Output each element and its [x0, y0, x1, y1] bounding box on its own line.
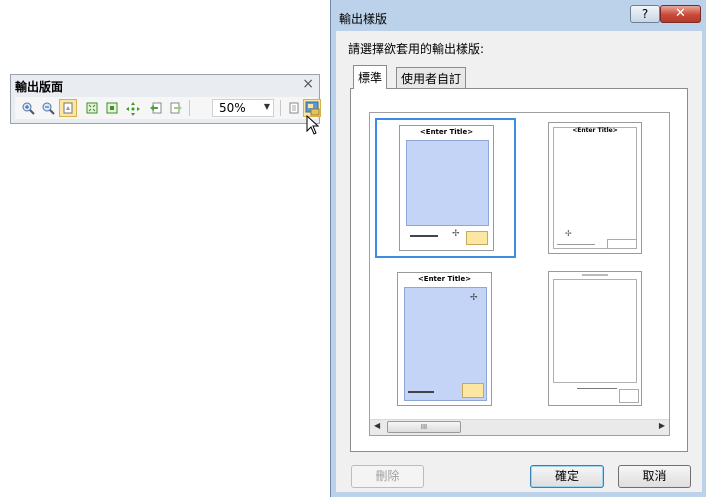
template-title: <Enter Title> [417, 275, 472, 283]
legend-box [462, 383, 484, 398]
toolbar-close-button[interactable]: × [302, 76, 314, 92]
close-button[interactable]: ✕ [660, 5, 701, 23]
tab-standard[interactable]: 標準 [353, 65, 388, 89]
scale-bar [557, 244, 595, 245]
horizontal-scrollbar[interactable]: ◀ III ▶ [370, 419, 669, 435]
legend-box [466, 231, 488, 245]
zoom-level-combobox[interactable]: 50% ▼ [212, 99, 274, 117]
pan-arrows-icon[interactable] [123, 99, 141, 117]
scroll-right-icon[interactable]: ▶ [659, 421, 665, 430]
toggle-draft-mode-icon[interactable] [285, 99, 303, 117]
dialog-title: 輸出樣版 [339, 12, 388, 26]
toolbar-title: 輸出版面 [15, 80, 64, 94]
go-forward-icon[interactable] [167, 99, 185, 117]
north-arrow-icon: ✢ [565, 229, 572, 238]
mouse-cursor-icon [306, 115, 320, 135]
template-item-3[interactable]: <Enter Title> ✢ [397, 272, 493, 406]
go-back-icon[interactable] [147, 99, 165, 117]
dialog-prompt: 請選擇欲套用的輸出樣版: [348, 42, 485, 56]
scale-bar [410, 235, 438, 237]
cancel-button[interactable]: 取消 [618, 465, 691, 488]
tab-user-defined[interactable]: 使用者自訂 [396, 67, 467, 88]
template-thumbnail [548, 271, 642, 406]
zoom-whole-page-icon[interactable] [83, 99, 101, 117]
delete-button[interactable]: 刪除 [351, 465, 424, 488]
template-thumbnail: <Enter Title> ✢ [397, 272, 492, 406]
scale-bar [577, 388, 617, 389]
legend-box [619, 389, 639, 403]
ok-button[interactable]: 確定 [530, 465, 604, 488]
north-arrow-icon: ✢ [470, 293, 478, 303]
zoom-100-percent-icon[interactable] [103, 99, 121, 117]
template-thumbnail: <Enter Title> ✢ [548, 122, 642, 254]
zoom-level-value: 50% [219, 101, 246, 115]
north-arrow-icon: ✢ [452, 229, 460, 239]
template-title [582, 274, 608, 276]
template-item-1[interactable]: <Enter Title> ✢ [375, 118, 516, 258]
zoom-in-icon[interactable] [19, 99, 37, 117]
scale-bar [408, 391, 434, 393]
page-border [553, 279, 637, 383]
template-title: <Enter Title> [572, 127, 618, 134]
pan-icon[interactable] [59, 99, 77, 117]
template-thumbnail: <Enter Title> ✢ [399, 125, 494, 251]
template-item-2[interactable]: <Enter Title> ✢ [546, 122, 646, 257]
template-item-4[interactable] [546, 271, 646, 408]
template-list[interactable]: <Enter Title> ✢ <Enter Title> ✢ <Enter T… [369, 112, 670, 436]
toolbar-separator [280, 100, 281, 116]
layout-template-dialog: 輸出樣版 ? ✕ 請選擇欲套用的輸出樣版: 標準 使用者自訂 <Enter Ti… [330, 0, 706, 497]
map-frame [406, 140, 489, 226]
dialog-client-area: 請選擇欲套用的輸出樣版: 標準 使用者自訂 <Enter Title> ✢ <E… [336, 31, 702, 492]
zoom-out-icon[interactable] [39, 99, 57, 117]
tab-panel: <Enter Title> ✢ <Enter Title> ✢ <Enter T… [350, 88, 688, 452]
legend-box [607, 239, 637, 249]
layout-toolbar: 輸出版面 × 50% ▼ [10, 74, 321, 124]
chevron-down-icon[interactable]: ▼ [264, 102, 270, 111]
scroll-left-icon[interactable]: ◀ [374, 421, 380, 430]
template-title: <Enter Title> [419, 128, 474, 136]
help-button[interactable]: ? [630, 5, 660, 23]
toolbar-separator [189, 100, 190, 116]
toolbar-buttons: 50% ▼ [15, 97, 321, 119]
scroll-thumb[interactable]: III [387, 421, 461, 433]
